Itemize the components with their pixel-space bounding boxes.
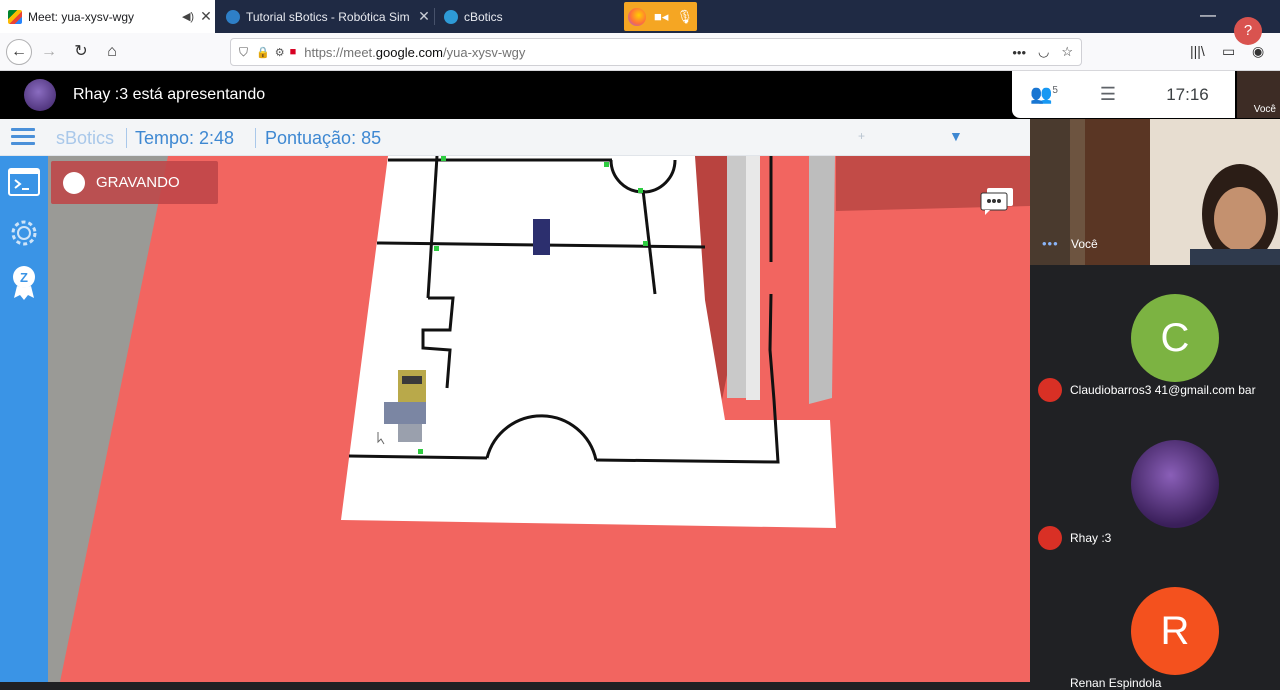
shield-icon: ⛉ <box>239 44 249 59</box>
permissions-icon: ⚙ <box>274 46 285 59</box>
url-prefix: https://meet. <box>304 44 376 60</box>
sidebar-icon[interactable]: ▭ <box>1222 43 1235 60</box>
help-badge[interactable]: ? <box>1234 17 1262 45</box>
people-icon[interactable]: 👥5 <box>1012 84 1076 105</box>
participant-avatar: C <box>1131 294 1219 382</box>
presenter-avatar <box>24 79 56 111</box>
timer-display: Tempo: 2:48 <box>135 128 235 148</box>
mic-off-icon <box>1038 526 1062 550</box>
record-label: GRAVANDO <box>96 174 180 191</box>
url-host: google.com <box>375 44 444 60</box>
participant-name: Renan Espindola <box>1070 676 1162 690</box>
participant-name: Claudiobarros3 41@gmail.com bar <box>1070 383 1256 397</box>
url-path: /yua-xysv-wgy <box>443 44 526 60</box>
close-tab-icon[interactable]: ✕ <box>415 8 433 25</box>
camera-active-icon: ■ <box>289 46 297 58</box>
svg-text:Z: Z <box>20 270 28 285</box>
award-badge-icon[interactable]: Z <box>7 264 41 300</box>
forward-button[interactable]: → <box>36 39 62 65</box>
simulation-viewport[interactable] <box>48 156 1030 682</box>
arena-render <box>48 156 1030 682</box>
self-video <box>1030 119 1280 265</box>
pillar <box>727 156 746 398</box>
more-options-icon[interactable]: ••• <box>1042 236 1059 251</box>
lock-icon: 🔒 <box>256 46 270 59</box>
account-icon[interactable]: ◉ <box>1252 43 1264 60</box>
obstacle-block <box>533 219 550 255</box>
clock: 17:16 <box>1166 84 1209 104</box>
tab-meet[interactable]: Meet: yua-xysv-wgy ◀) ✕ <box>0 0 215 33</box>
sbotics-icon <box>226 9 240 24</box>
self-thumb-label: Você <box>1253 104 1276 115</box>
participant-name: Você <box>1071 237 1098 251</box>
participant-avatar <box>1131 440 1219 528</box>
chat-icon[interactable]: ☰ <box>1076 84 1140 105</box>
record-dot-icon <box>63 172 85 194</box>
settings-gear-icon[interactable] <box>7 216 41 250</box>
microphone-icon: 🎙 <box>676 8 693 24</box>
sbotics-header: sBotics Tempo: 2:48 Pontuação: 85 + ▼ <box>0 119 1030 156</box>
people-count: 5 <box>1052 85 1058 96</box>
close-tab-icon[interactable]: ✕ <box>197 8 215 25</box>
pillar <box>809 156 835 404</box>
pocket-icon[interactable]: ◡ <box>1038 44 1049 60</box>
tab-sbotics-tutorial[interactable]: Tutorial sBotics - Robótica Sim ✕ <box>218 0 433 33</box>
reload-button[interactable]: ↻ <box>68 39 94 65</box>
firefox-icon <box>628 7 647 26</box>
terminal-icon[interactable] <box>7 166 41 200</box>
bookmark-star-icon[interactable]: ☆ <box>1061 44 1073 60</box>
self-thumbnail[interactable]: Você <box>1237 71 1280 118</box>
media-sharing-indicator[interactable]: ■◂ 🎙 <box>624 2 697 31</box>
meet-controls: 👥5 ☰ 17:16 <box>1012 71 1235 118</box>
participant-name: Rhay :3 <box>1070 531 1112 545</box>
header-divider <box>255 128 256 148</box>
browser-toolbar: ← → ↻ ⌂ ⛉ 🔒 ⚙ ■ https://meet. google.com /… <box>0 33 1280 71</box>
address-bar[interactable]: ⛉ 🔒 ⚙ ■ https://meet. google.com/yua-xysv… <box>230 38 1082 66</box>
plus-icon[interactable]: + <box>858 129 865 143</box>
sbotics-brand: sBotics <box>56 128 115 148</box>
camera-icon: ■◂ <box>654 8 669 24</box>
minimize-button[interactable]: — <box>1200 7 1216 25</box>
home-button[interactable]: ⌂ <box>99 39 125 65</box>
tab-cbotics[interactable]: cBotics <box>436 0 621 33</box>
self-video-tile[interactable] <box>1030 119 1280 265</box>
mic-off-icon <box>1038 378 1062 402</box>
tab-title: cBotics <box>464 9 503 24</box>
tab-divider <box>434 8 435 25</box>
participant-avatar: R <box>1131 587 1219 675</box>
back-button[interactable]: ← <box>6 39 32 65</box>
pillar-face <box>746 156 760 400</box>
presenter-text: Rhay :3 está apresentando <box>73 86 266 103</box>
header-divider <box>126 128 127 148</box>
library-icon[interactable]: |||\ <box>1190 43 1205 59</box>
browser-tab-strip: Meet: yua-xysv-wgy ◀) ✕ Tutorial sBotics… <box>0 0 1280 33</box>
more-actions-icon[interactable]: ••• <box>1012 45 1026 60</box>
menu-icon[interactable] <box>11 128 35 146</box>
cbotics-icon <box>444 9 458 24</box>
dropdown-arrow-icon[interactable]: ▼ <box>949 128 963 144</box>
score-display: Pontuação: 85 <box>265 128 382 148</box>
sbotics-sidebar: Z <box>0 156 48 682</box>
tab-title: Tutorial sBotics - Robótica Sim <box>246 9 410 24</box>
speaker-icon[interactable]: ◀) <box>179 10 197 23</box>
tab-title: Meet: yua-xysv-wgy <box>28 9 135 24</box>
record-button[interactable]: GRAVANDO <box>51 161 218 204</box>
google-meet-icon <box>8 9 22 24</box>
chat-bubble-icon[interactable] <box>979 186 1015 216</box>
